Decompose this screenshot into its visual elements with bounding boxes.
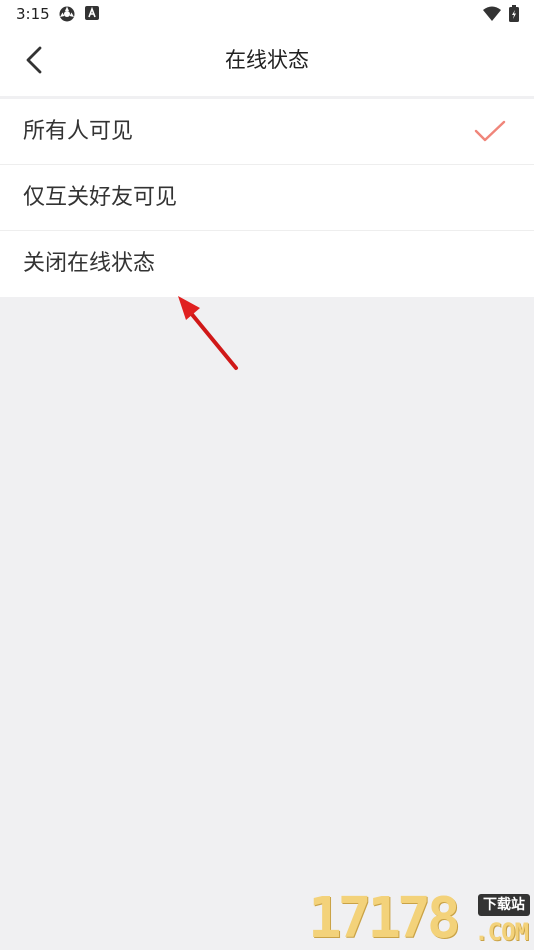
watermark-domain: .COM bbox=[474, 918, 529, 946]
option-everyone-visible[interactable]: 所有人可见 bbox=[0, 99, 534, 165]
online-status-options: 所有人可见 仅互关好友可见 关闭在线状态 bbox=[0, 99, 534, 297]
option-label: 关闭在线状态 bbox=[23, 251, 156, 276]
option-turn-off-online-status[interactable]: 关闭在线状态 bbox=[0, 231, 534, 297]
screen: 3:15 在线状态 所有人可见 仅互关好友可见 关闭在线状态 17178 下载站… bbox=[0, 0, 534, 950]
option-label: 仅互关好友可见 bbox=[23, 185, 178, 210]
page-title: 在线状态 bbox=[225, 48, 309, 72]
status-bar: 3:15 bbox=[0, 0, 534, 28]
battery-icon bbox=[508, 5, 520, 27]
wifi-icon bbox=[482, 5, 502, 27]
annotation-arrow-icon bbox=[170, 288, 250, 382]
watermark-digits: 17178 bbox=[308, 886, 461, 950]
status-time: 3:15 bbox=[16, 5, 50, 23]
option-mutual-friends-visible[interactable]: 仅互关好友可见 bbox=[0, 165, 534, 231]
settings-gear-icon bbox=[58, 5, 76, 27]
checkmark-icon bbox=[474, 119, 506, 147]
a-letter-icon bbox=[84, 5, 100, 25]
watermark-badge: 下载站 bbox=[478, 894, 530, 916]
option-label: 所有人可见 bbox=[23, 119, 134, 144]
watermark-logo: 17178 下载站 .COM bbox=[308, 886, 534, 950]
header-bar: 在线状态 bbox=[0, 28, 534, 96]
